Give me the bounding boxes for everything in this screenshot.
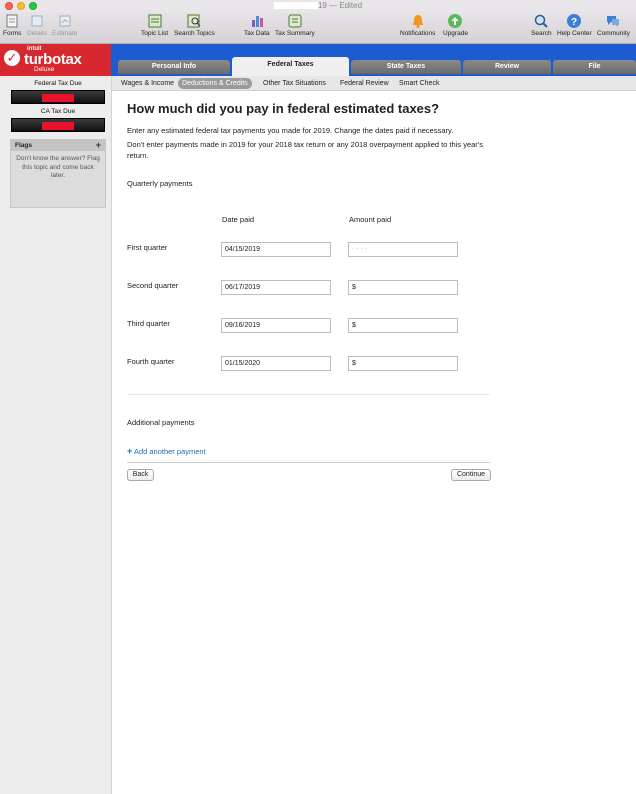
federal-tax-due-label: Federal Tax Due	[34, 80, 82, 87]
title-bar: 19 — Edited	[0, 0, 636, 12]
community-icon	[607, 16, 620, 27]
sub-tab-bar: Wages & Income Deductions & Credits Othe…	[112, 76, 636, 91]
checkmark-icon: ✓	[4, 50, 20, 66]
search-button[interactable]: Search	[531, 13, 552, 37]
flags-panel: Flags + Don't know the answer? Flag this…	[10, 139, 106, 208]
topic-list-button[interactable]: Topic List	[141, 13, 168, 37]
notifications-button[interactable]: Notifications	[400, 13, 435, 37]
second-quarter-date-input[interactable]	[221, 280, 331, 295]
footer-divider	[127, 462, 490, 463]
plus-icon: +	[127, 446, 133, 456]
flags-help-text: Don't know the answer? Flag this topic a…	[16, 155, 100, 179]
tab-state-taxes[interactable]: State Taxes	[351, 60, 461, 74]
page-title: How much did you pay in federal estimate…	[127, 101, 440, 116]
additional-payments-label: Additional payments	[127, 418, 195, 427]
minimize-window-button[interactable]	[17, 2, 25, 10]
logo-edition: Deluxe	[34, 66, 55, 73]
close-window-button[interactable]	[5, 2, 13, 10]
fourth-quarter-label: Fourth quarter	[127, 357, 175, 366]
help-center-button[interactable]: ? Help Center	[557, 13, 592, 37]
upgrade-button[interactable]: Upgrade	[443, 13, 468, 37]
estimate-button[interactable]: Estimate	[52, 13, 77, 37]
forms-button[interactable]: Forms	[3, 13, 21, 37]
forms-icon	[6, 14, 18, 28]
third-quarter-label: Third quarter	[127, 319, 170, 328]
title-redaction	[273, 2, 318, 10]
tab-personal-info[interactable]: Personal Info	[118, 60, 230, 74]
tax-summary-button[interactable]: Tax Summary	[275, 13, 315, 37]
third-quarter-date-input[interactable]	[221, 318, 331, 333]
community-button[interactable]: Community	[597, 13, 630, 37]
continue-button[interactable]: Continue	[451, 469, 491, 481]
zoom-window-button[interactable]	[29, 2, 37, 10]
tax-data-button[interactable]: Tax Data	[244, 13, 270, 37]
window-title: 19 — Edited	[317, 1, 363, 10]
estimate-icon	[59, 15, 71, 27]
tax-data-icon	[251, 16, 263, 27]
tab-review[interactable]: Review	[463, 60, 551, 74]
upgrade-icon	[448, 14, 463, 28]
flags-title: Flags	[15, 142, 32, 149]
turbotax-logo: ✓ intuit turbotax Deluxe	[0, 44, 111, 76]
tab-file[interactable]: File	[553, 60, 636, 74]
subtab-smart-check[interactable]: Smart Check	[395, 78, 443, 89]
svg-text:?: ?	[571, 17, 577, 28]
subtab-wages-income[interactable]: Wages & Income	[117, 78, 178, 89]
date-paid-header: Date paid	[222, 215, 255, 224]
fourth-quarter-amount-input[interactable]	[348, 356, 458, 371]
add-another-payment-label: Add another payment	[133, 447, 206, 456]
first-quarter-amount-input[interactable]	[348, 242, 458, 257]
topic-list-icon	[148, 14, 162, 28]
bell-icon	[412, 15, 423, 28]
quarterly-payments-label: Quarterly payments	[127, 179, 193, 188]
tab-federal-taxes[interactable]: Federal Taxes	[232, 57, 349, 76]
first-quarter-label: First quarter	[127, 243, 168, 252]
search-icon	[535, 14, 549, 28]
third-quarter-amount-input[interactable]	[348, 318, 458, 333]
back-button[interactable]: Back	[127, 469, 154, 481]
details-button[interactable]: Details	[27, 13, 47, 37]
subtab-deductions-credits[interactable]: Deductions & Credits	[178, 78, 252, 89]
second-quarter-label: Second quarter	[127, 281, 179, 290]
first-quarter-date-input[interactable]	[221, 242, 331, 257]
second-quarter-amount-input[interactable]	[348, 280, 458, 295]
search-topics-button[interactable]: Search Topics	[174, 13, 215, 37]
subtab-federal-review[interactable]: Federal Review	[336, 78, 393, 89]
subtab-other-tax-situations[interactable]: Other Tax Situations	[259, 78, 330, 89]
redaction	[42, 94, 74, 102]
section-divider	[127, 394, 490, 395]
redaction	[42, 122, 74, 130]
search-topics-icon	[187, 14, 201, 28]
federal-tax-due-value	[11, 90, 105, 104]
add-flag-button[interactable]: +	[96, 140, 101, 151]
help-icon: ?	[567, 14, 582, 28]
add-another-payment-link[interactable]: + Add another payment	[127, 446, 206, 456]
flags-header: Flags +	[11, 140, 105, 151]
note-text: Don't enter payments made in 2019 for yo…	[127, 140, 483, 160]
state-tax-due-value	[11, 118, 105, 132]
intro-text: Enter any estimated federal tax payments…	[127, 126, 454, 135]
amount-paid-header: Amount paid	[349, 215, 392, 224]
fourth-quarter-date-input[interactable]	[221, 356, 331, 371]
details-icon	[31, 15, 43, 27]
state-tax-due-label: CA Tax Due	[40, 108, 76, 115]
toolbar: Forms Details Estimate Topic List Search…	[0, 12, 636, 44]
tax-summary-icon	[288, 14, 302, 28]
